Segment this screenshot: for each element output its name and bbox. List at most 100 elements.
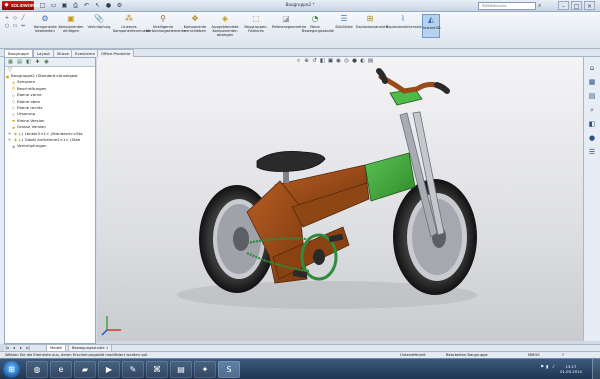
cmd-komponente-bearbeiten[interactable]: ⚙ Komponente bearbeiten <box>34 14 57 33</box>
tree-label: Ebene vorne <box>17 92 42 98</box>
design-library-icon[interactable]: ▦ <box>587 77 597 87</box>
minimize-icon[interactable]: – <box>558 1 569 10</box>
tree-item-verknuepfungen[interactable]: ⊗ Verknüpfungen <box>5 143 95 149</box>
view-settings-icon[interactable]: ▤ <box>367 57 374 65</box>
display-style-icon[interactable]: ◉ <box>335 57 342 65</box>
solidworks-resources-icon[interactable]: ⌂ <box>587 63 597 73</box>
volume-icon[interactable]: ♪ <box>552 365 557 371</box>
tab-skizze[interactable]: Skizze <box>53 49 73 57</box>
maximize-icon[interactable]: □ <box>571 1 582 10</box>
configuration-icon[interactable]: ◧ <box>25 59 32 66</box>
bom-icon: ☰ <box>340 14 348 23</box>
scene-icon[interactable]: ◐ <box>359 57 366 65</box>
expand-icon[interactable]: + <box>7 137 12 142</box>
smart-dimension-icon[interactable]: ◇ <box>12 15 18 21</box>
media-icon[interactable]: ▶ <box>98 361 120 378</box>
search-icon[interactable]: ⌕ <box>538 2 546 10</box>
command-manager: + ◇ ╱ ○ ▭ ⇔ ⚙ Komponente bearbeiten ▣ Ko… <box>0 12 600 49</box>
cmd-label: Komponenten einfügen <box>58 25 84 34</box>
mate-icon: 📎 <box>94 14 104 23</box>
solidworks-icon[interactable]: S <box>218 361 240 378</box>
tab-evaluieren[interactable]: Evaluieren <box>71 49 100 57</box>
cmd-lineares-muster[interactable]: ⁂ Lineares Komponentenmuster <box>113 14 151 33</box>
cmd-explosionsansicht[interactable]: ⊞ Explosionsansicht <box>356 14 388 29</box>
section-view-icon[interactable]: ◧ <box>319 57 326 65</box>
cmd-verknuepfung[interactable]: 📎 Verknüpfung <box>86 14 112 29</box>
appearances-icon[interactable]: ● <box>587 133 597 143</box>
windows-taskbar: ⊞ ◍ e ▰ ▶ ✎ ⌘ ▤ ✦ S ⚑ ▮ ♪ 13:17 01.05.20… <box>0 358 600 379</box>
status-bar: Wählen Sie die Elemente aus, deren Ersch… <box>0 351 600 358</box>
line-icon[interactable]: ╱ <box>20 15 26 21</box>
tree-label: (-) Lenker2<1> (Standard<<Sta <box>19 130 83 136</box>
explorer-icon[interactable]: ▤ <box>170 361 192 378</box>
property-manager-icon[interactable]: ▤ <box>16 59 23 66</box>
tree-label: (-) Gabel Aufnahme2<1> (Stan <box>19 136 81 142</box>
display-manager-icon[interactable]: ◉ <box>43 59 50 66</box>
insert-components-icon: ▣ <box>67 14 75 23</box>
zoom-fit-icon[interactable]: ⌕ <box>295 57 302 65</box>
tab-office-produkte[interactable]: Office-Produkte <box>97 49 135 57</box>
cmd-intelligente-verbindung[interactable]: ⚲ Intelligente Verbindungselemente <box>146 14 185 33</box>
cmd-label: Instant3D <box>423 26 441 30</box>
dimxpert-icon[interactable]: ✚ <box>34 59 41 66</box>
cmd-label: Neue Bewegungsstudie <box>302 25 334 34</box>
start-button-icon[interactable]: ⊞ <box>3 361 20 378</box>
tab-layout[interactable]: Layout <box>33 49 54 57</box>
cmd-komponente-verschieben[interactable]: ✥ Komponente verschieben <box>182 14 208 33</box>
cmd-referenzgeometrie[interactable]: ◪ Referenzgeometrie <box>272 14 306 29</box>
help-search-input[interactable]: SWHilfesuche <box>478 2 536 10</box>
feature-manager-tree: ▦ ▤ ◧ ✚ ◉ ▽ ▣ Baugruppe2 (Standard<Anzeig… <box>4 57 96 344</box>
clock[interactable]: 13:17 01.05.2014 <box>558 364 584 374</box>
flag-icon[interactable]: ⚑ <box>540 365 545 371</box>
view-orientation-icon[interactable]: ▣ <box>327 57 334 65</box>
window-controls: – □ × <box>558 1 595 10</box>
handlebar[interactable] <box>376 68 450 94</box>
folder-icon[interactable]: ▰ <box>74 361 96 378</box>
search-results-icon[interactable]: ⌕ <box>587 105 597 115</box>
assembly-features-icon: ⬚ <box>252 14 260 23</box>
mini-toolbar: + ◇ ╱ ○ ▭ ⇔ <box>4 15 32 29</box>
heads-up-view-toolbar: ⌕ ⊕ ↺ ◧ ▣ ◉ ◎ ● ◐ ▤ <box>295 57 374 66</box>
circle-icon[interactable]: ○ <box>4 23 10 29</box>
plane-icon: ◇ <box>11 99 16 105</box>
bike-3d-model[interactable] <box>97 57 583 341</box>
network-icon[interactable]: ▮ <box>546 365 551 371</box>
reference-geometry-icon: ◪ <box>282 14 290 23</box>
rectangle-icon[interactable]: ▭ <box>12 23 18 29</box>
expand-icon[interactable]: + <box>7 131 12 136</box>
zoom-area-icon[interactable]: ⊕ <box>303 57 310 65</box>
cmd-label: Explosionsansicht <box>356 25 389 29</box>
cmd-neue-bewegungsstudie[interactable]: ◔ Neue Bewegungsstudie <box>302 14 334 33</box>
show-desktop-button[interactable] <box>592 359 600 379</box>
sketch-icon[interactable]: ✦ <box>194 361 216 378</box>
custom-properties-icon[interactable]: ☰ <box>587 147 597 157</box>
cmd-baugruppen-features[interactable]: ⬚ Baugruppen-Features <box>242 14 270 33</box>
cmd-ausgeblendete-anzeigen[interactable]: ◈ Ausgeblendete Komponenten anzeigen <box>210 14 240 38</box>
folder-icon: ▰ <box>11 118 16 124</box>
feature-tree-icon[interactable]: ▦ <box>7 59 14 66</box>
cmd-stueckliste[interactable]: ☰ Stückliste <box>334 14 354 29</box>
close-icon[interactable]: × <box>584 1 595 10</box>
file-explorer-icon[interactable]: ▤ <box>587 91 597 101</box>
cmd-instant3d[interactable]: ◭ Instant3D <box>422 14 441 38</box>
previous-view-icon[interactable]: ↺ <box>311 57 318 65</box>
cmd-komponenten-einfuegen[interactable]: ▣ Komponenten einfügen <box>58 14 84 33</box>
tree-label: Beschriftungen <box>17 85 47 91</box>
ie-icon[interactable]: e <box>50 361 72 378</box>
paint-icon[interactable]: ✎ <box>122 361 144 378</box>
explode-line-sketch-icon: ⌇ <box>401 14 405 23</box>
appearance-icon[interactable]: ● <box>351 57 358 65</box>
assembly-icon: ▣ <box>5 73 10 79</box>
graphics-area[interactable]: ⌕ ⊕ ↺ ◧ ▣ ◉ ◎ ● ◐ ▤ <box>97 57 583 341</box>
acrobat-icon[interactable]: ⌘ <box>146 361 168 378</box>
cmd-explosionslinienskizze[interactable]: ⌇ Explosionslinienskizze <box>386 14 426 29</box>
view-palette-icon[interactable]: ◧ <box>587 119 597 129</box>
hide-show-icon[interactable]: ◎ <box>343 57 350 65</box>
cmd-label: Explosionslinienskizze <box>386 25 426 29</box>
chrome-icon[interactable]: ◍ <box>26 361 48 378</box>
cmd-label: Intelligente Verbindungselemente <box>146 25 186 34</box>
tab-baugruppe[interactable]: Baugruppe <box>4 49 33 57</box>
new-sketch-icon[interactable]: + <box>4 15 10 21</box>
part-icon: ◈ <box>13 131 18 137</box>
mirror-icon[interactable]: ⇔ <box>20 23 26 29</box>
